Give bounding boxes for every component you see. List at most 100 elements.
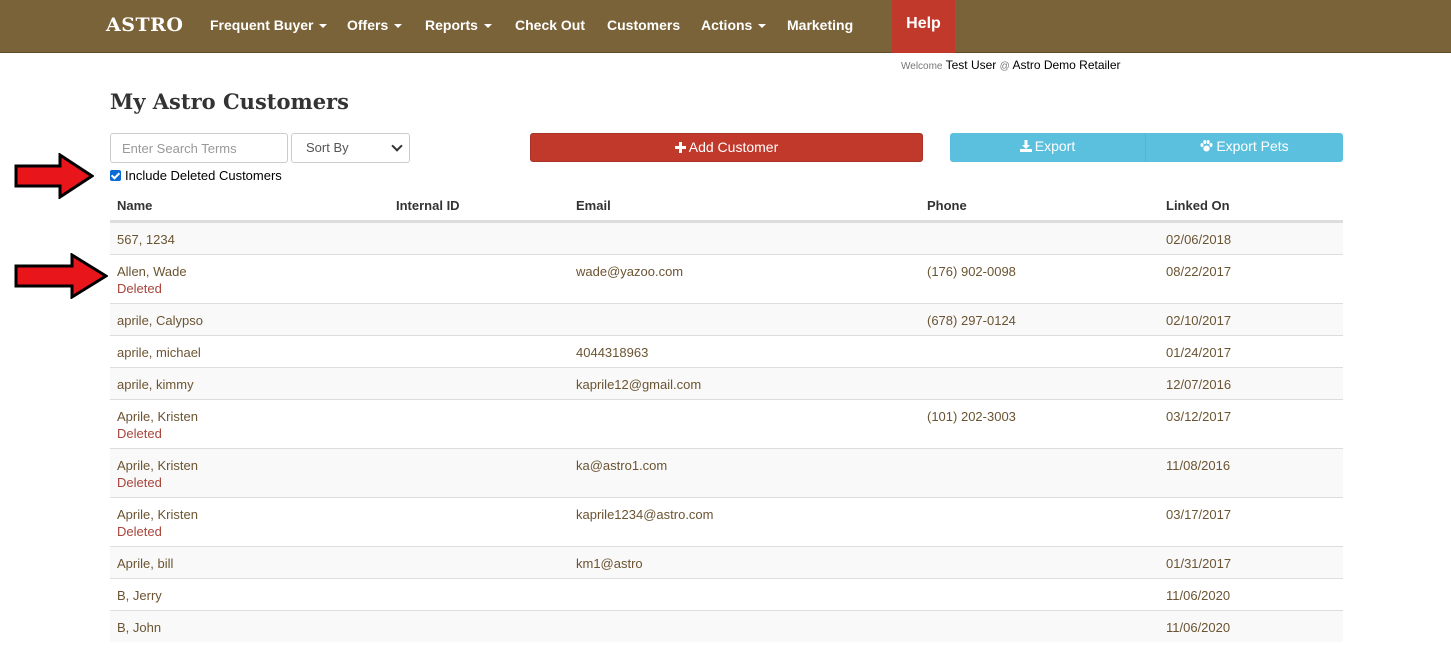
search-input[interactable] <box>110 133 288 163</box>
export-button[interactable]: Export <box>950 133 1146 162</box>
deleted-status: Deleted <box>117 426 162 441</box>
linked-on-cell-text: 01/24/2017 <box>1166 345 1232 360</box>
caret-down-icon <box>758 24 767 29</box>
help-button[interactable]: Help <box>892 0 955 53</box>
column-header-email[interactable]: Email <box>576 198 611 213</box>
plus-icon <box>674 142 686 153</box>
name-cell[interactable]: aprile, kimmy <box>117 377 194 392</box>
linked-on-cell-text: 03/17/2017 <box>1166 507 1232 522</box>
nav-label: Customers <box>607 17 681 33</box>
linked-on-cell-text: 02/10/2017 <box>1166 313 1232 328</box>
email-cell-text: km1@astro <box>576 556 643 571</box>
email-cell: kaprile1234@astro.com <box>576 507 713 522</box>
table-row[interactable]: 567, 1234 02/06/2018 <box>110 222 1343 254</box>
include-deleted-checkbox[interactable] <box>110 170 121 181</box>
table-row[interactable]: aprile, Calypso (678) 297-0124 02/10/2017 <box>110 303 1343 335</box>
name-cell[interactable]: Aprile, Kristen Deleted <box>117 409 198 441</box>
name-cell[interactable]: Aprile, Kristen Deleted <box>117 507 198 539</box>
table-row[interactable]: aprile, kimmy kaprile12@gmail.com 12/07/20… <box>110 367 1343 399</box>
phone-cell-text: (101) 202-3003 <box>927 409 1016 424</box>
column-header-linked-on[interactable]: Linked On <box>1166 198 1230 213</box>
export-pets-button[interactable]: Export Pets <box>1146 133 1343 162</box>
add-customer-label: Add Customer <box>688 139 779 155</box>
welcome-line: Welcome Test User @ Astro Demo Retailer <box>901 58 1121 72</box>
customers-table: Name Internal ID Email Phone Linked On 5… <box>110 188 1343 642</box>
brand-logo[interactable]: ASTRO <box>106 14 183 36</box>
linked-on-cell: 12/07/2016 <box>1166 377 1231 392</box>
name-cell[interactable]: aprile, Calypso <box>117 313 203 328</box>
name-cell[interactable]: B, Jerry <box>117 588 162 603</box>
nav-check-out[interactable]: Check Out <box>515 17 585 33</box>
nav-label: Marketing <box>787 17 854 33</box>
name-cell[interactable]: Allen, Wade Deleted <box>117 264 187 296</box>
sort-by-select[interactable]: Sort By <box>291 133 410 163</box>
name-cell[interactable]: Aprile, bill <box>117 556 173 571</box>
linked-on-cell: 02/10/2017 <box>1166 313 1231 328</box>
name-cell[interactable]: 567, 1234 <box>117 232 175 247</box>
phone-cell-text: (176) 902-0098 <box>927 264 1016 279</box>
welcome-retailer: Astro Demo Retailer <box>1012 58 1121 72</box>
email-cell-text: kaprile12@gmail.com <box>576 377 702 392</box>
table-row[interactable]: Aprile, Kristen Deleted kaprile1234@astro.… <box>110 497 1343 546</box>
nav-frequent-buyer[interactable]: Frequent Buyer <box>210 17 328 33</box>
phone-cell: (101) 202-3003 <box>927 409 1016 424</box>
linked-on-cell-text: 11/06/2020 <box>1166 588 1231 603</box>
nav-customers[interactable]: Customers <box>607 17 680 33</box>
export-label: Export <box>1034 138 1076 154</box>
welcome-prefix: Welcome <box>901 61 943 72</box>
linked-on-cell: 01/24/2017 <box>1166 345 1231 360</box>
linked-on-cell-text: 11/08/2016 <box>1166 458 1231 473</box>
table-row[interactable]: Aprile, Kristen Deleted (101) 202-3003 03/1… <box>110 399 1343 448</box>
linked-on-cell: 02/06/2018 <box>1166 232 1231 247</box>
table-body: 567, 1234 02/06/2018 Allen, Wade Deleted wad… <box>110 222 1343 642</box>
include-deleted-label[interactable]: Include Deleted Customers <box>125 168 282 183</box>
name-cell-text: aprile, michael <box>117 345 201 360</box>
email-cell-text: 4044318963 <box>576 345 649 360</box>
name-cell[interactable]: B, John <box>117 620 161 635</box>
welcome-user: Test User <box>945 58 997 72</box>
name-cell-text: 567, 1234 <box>117 232 175 247</box>
table-row[interactable]: Allen, Wade Deleted wade@yazoo.com (176) 90… <box>110 254 1343 303</box>
nav-actions[interactable]: Actions <box>701 17 767 33</box>
nav-label: Reports <box>425 17 478 33</box>
column-header-phone[interactable]: Phone <box>927 198 967 213</box>
linked-on-cell-text: 03/12/2017 <box>1166 409 1232 424</box>
welcome-at: @ <box>999 61 1010 72</box>
table-row[interactable]: B, Jerry 11/06/2020 <box>110 578 1343 610</box>
nav-reports[interactable]: Reports <box>425 17 492 33</box>
table-row[interactable]: Aprile, Kristen Deleted ka@astro1.com 11/08… <box>110 448 1343 497</box>
caret-down-icon <box>394 24 403 29</box>
column-header-name[interactable]: Name <box>117 198 152 213</box>
linked-on-cell: 11/06/2020 <box>1166 588 1230 603</box>
nav-label: Offers <box>347 17 389 33</box>
name-cell-text: Aprile, Kristen <box>117 458 198 473</box>
table-row[interactable]: aprile, michael 4044318963 01/24/2017 <box>110 335 1343 367</box>
table-row[interactable]: B, John 11/06/2020 <box>110 610 1343 642</box>
nav-label: Check Out <box>515 17 586 33</box>
email-cell: kaprile12@gmail.com <box>576 377 701 392</box>
email-cell: wade@yazoo.com <box>576 264 683 279</box>
phone-cell: (678) 297-0124 <box>927 313 1016 328</box>
linked-on-cell: 03/17/2017 <box>1166 507 1231 522</box>
chevron-down-icon <box>391 140 403 152</box>
phone-cell-text: (678) 297-0124 <box>927 313 1016 328</box>
download-icon <box>1019 140 1032 152</box>
nav-label: Actions <box>701 17 753 33</box>
paw-icon <box>1200 140 1213 152</box>
name-cell-text: Aprile, Kristen <box>117 409 198 424</box>
column-header-internal-id[interactable]: Internal ID <box>396 198 460 213</box>
linked-on-cell-text: 11/06/2020 <box>1166 620 1231 635</box>
linked-on-cell: 11/08/2016 <box>1166 458 1230 473</box>
include-deleted-option: Include Deleted Customers <box>110 168 282 183</box>
nav-offers[interactable]: Offers <box>347 17 403 33</box>
linked-on-cell-text: 12/07/2016 <box>1166 377 1232 392</box>
name-cell-text: Aprile, bill <box>117 556 174 571</box>
add-customer-button[interactable]: Add Customer <box>530 133 923 162</box>
nav-marketing[interactable]: Marketing <box>787 17 853 33</box>
name-cell[interactable]: Aprile, Kristen Deleted <box>117 458 198 490</box>
table-row[interactable]: Aprile, bill km1@astro 01/31/2017 <box>110 546 1343 578</box>
linked-on-cell: 11/06/2020 <box>1166 620 1230 635</box>
arrow-annotation-icon <box>14 253 108 299</box>
top-navbar: ASTRO Frequent Buyer Offers Reports Chec… <box>0 0 1451 53</box>
name-cell[interactable]: aprile, michael <box>117 345 201 360</box>
